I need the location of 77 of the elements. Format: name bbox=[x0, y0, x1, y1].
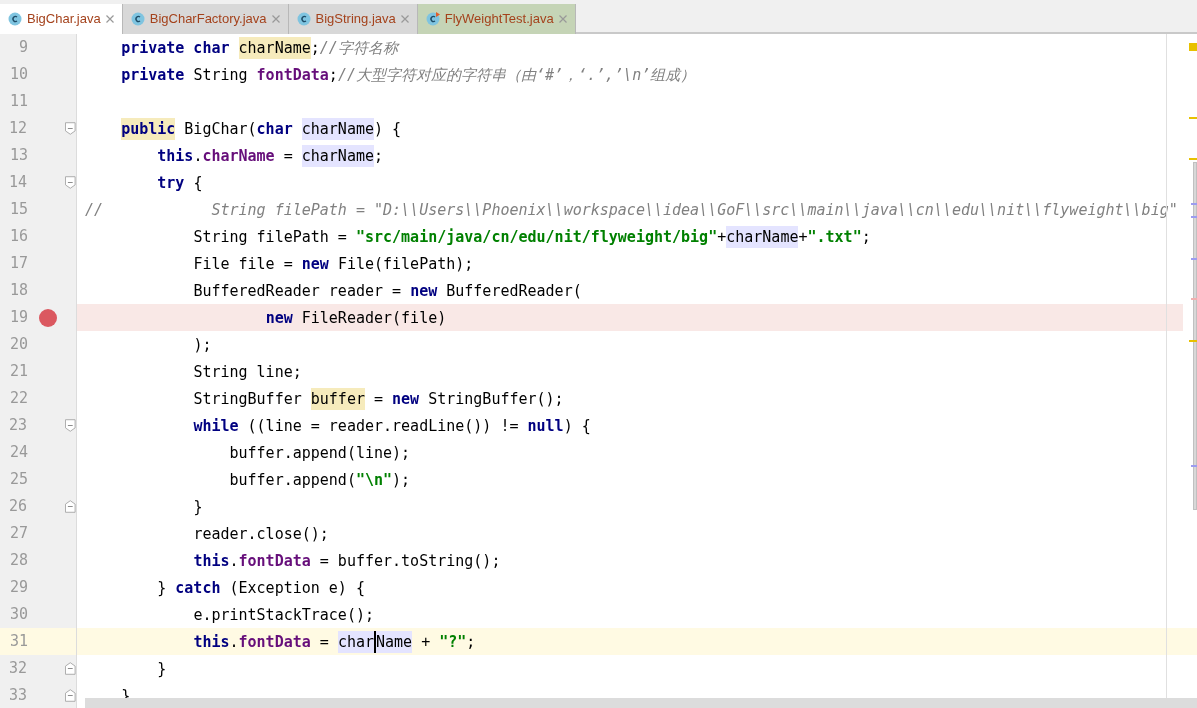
line-number: 23 bbox=[7, 415, 27, 437]
editor-tab[interactable]: FlyWeightTest.java bbox=[417, 4, 576, 34]
line-number: 18 bbox=[8, 280, 28, 302]
code-line: ); bbox=[192, 334, 213, 356]
line-number: 31 bbox=[8, 631, 28, 653]
line-number: 28 bbox=[8, 550, 28, 572]
code-line: buffer.append("\n"); bbox=[228, 469, 412, 491]
line-number: 10 bbox=[8, 64, 28, 86]
code-line: try { bbox=[156, 172, 204, 194]
scrollbar-thumb[interactable] bbox=[85, 698, 1197, 708]
line-number: 29 bbox=[8, 577, 28, 599]
stripe-mark[interactable] bbox=[1191, 298, 1197, 300]
code-line: e.printStackTrace(); bbox=[192, 604, 375, 626]
line-number: 9 bbox=[17, 37, 28, 59]
stripe-mark[interactable] bbox=[1191, 203, 1197, 205]
stripe-mark[interactable] bbox=[1191, 216, 1197, 218]
stripe-mark[interactable] bbox=[1189, 158, 1197, 160]
code-line: this.fontData = buffer.toString(); bbox=[192, 550, 502, 572]
editor-tab[interactable]: BigChar.java bbox=[0, 4, 123, 34]
class-run-icon bbox=[425, 12, 440, 26]
code-line: String line; bbox=[192, 361, 303, 383]
code-line: // String filePath = "D:\\Users\\Phoenix\\workspace\\idea\\GoF\\src\\main\\java\\cn\\edu\\nit\\flyweight\\big" bbox=[84, 199, 1179, 221]
line-number: 14 bbox=[7, 172, 27, 194]
line-number: 30 bbox=[8, 604, 28, 626]
close-icon[interactable] bbox=[400, 15, 409, 23]
line-number: 32 bbox=[7, 658, 27, 680]
line-number: 27 bbox=[8, 523, 28, 545]
code-line: while ((line = reader.readLine()) != null) { bbox=[192, 415, 592, 437]
code-line: reader.close(); bbox=[192, 523, 330, 545]
fold-icon[interactable] bbox=[65, 176, 76, 189]
code-line: buffer.append(line); bbox=[228, 442, 412, 464]
line-number: 12 bbox=[7, 118, 27, 140]
fold-icon[interactable] bbox=[65, 500, 76, 513]
code-line: } bbox=[156, 658, 168, 680]
stripe-mark[interactable] bbox=[1189, 340, 1197, 342]
stripe-mark[interactable] bbox=[1191, 465, 1197, 467]
code-line: File file = new File(filePath); bbox=[192, 253, 475, 275]
code-line: StringBuffer buffer = new StringBuffer(); bbox=[192, 386, 565, 412]
stripe-mark[interactable] bbox=[1191, 258, 1197, 260]
line-number: 11 bbox=[8, 91, 28, 113]
class-icon bbox=[296, 12, 311, 26]
line-number: 22 bbox=[8, 388, 28, 410]
class-icon bbox=[130, 12, 145, 26]
editor-tab[interactable]: BigString.java bbox=[288, 4, 418, 34]
line-number: 15 bbox=[8, 199, 28, 221]
code-line: this.charName = charName; bbox=[156, 143, 385, 169]
fold-icon[interactable] bbox=[65, 122, 76, 135]
line-number: 16 bbox=[8, 226, 28, 248]
code-line: public BigChar(char charName) { bbox=[120, 116, 403, 142]
code-line: } catch (Exception e) { bbox=[156, 577, 366, 599]
line-number: 21 bbox=[8, 361, 28, 383]
fold-icon[interactable] bbox=[65, 689, 76, 702]
line-number: 20 bbox=[8, 334, 28, 356]
editor-tab[interactable]: BigCharFactory.java bbox=[122, 4, 289, 34]
line-number: 33 bbox=[7, 685, 27, 707]
code-line: this.fontData = charName + "?"; bbox=[192, 629, 477, 655]
stripe-mark[interactable] bbox=[1189, 43, 1197, 51]
code-line: private String fontData;//大型字符对应的字符串（由‘#’，‘.’,’\n’组成） bbox=[120, 64, 697, 86]
scrollbar-thumb[interactable] bbox=[1193, 162, 1197, 510]
line-number: 24 bbox=[8, 442, 28, 464]
code-line: } bbox=[192, 496, 204, 518]
code-line: private char charName;//字符名称 bbox=[120, 35, 401, 61]
code-line: String filePath = "src/main/java/cn/edu/nit/flyweight/big"+charName+".txt"; bbox=[192, 224, 872, 250]
stripe-mark[interactable] bbox=[1189, 117, 1197, 119]
line-number: 17 bbox=[8, 253, 28, 275]
fold-icon[interactable] bbox=[65, 662, 76, 675]
code-line: BufferedReader reader = new BufferedReader( bbox=[192, 280, 583, 302]
fold-icon[interactable] bbox=[65, 419, 76, 432]
line-number: 13 bbox=[8, 145, 28, 167]
close-icon[interactable] bbox=[271, 15, 280, 23]
line-number: 26 bbox=[7, 496, 27, 518]
close-icon[interactable] bbox=[105, 15, 114, 23]
class-icon bbox=[8, 12, 22, 26]
breakpoint-icon[interactable] bbox=[39, 308, 57, 327]
close-icon[interactable] bbox=[558, 15, 567, 23]
line-number: 25 bbox=[8, 469, 28, 491]
line-number: 19 bbox=[8, 307, 28, 329]
